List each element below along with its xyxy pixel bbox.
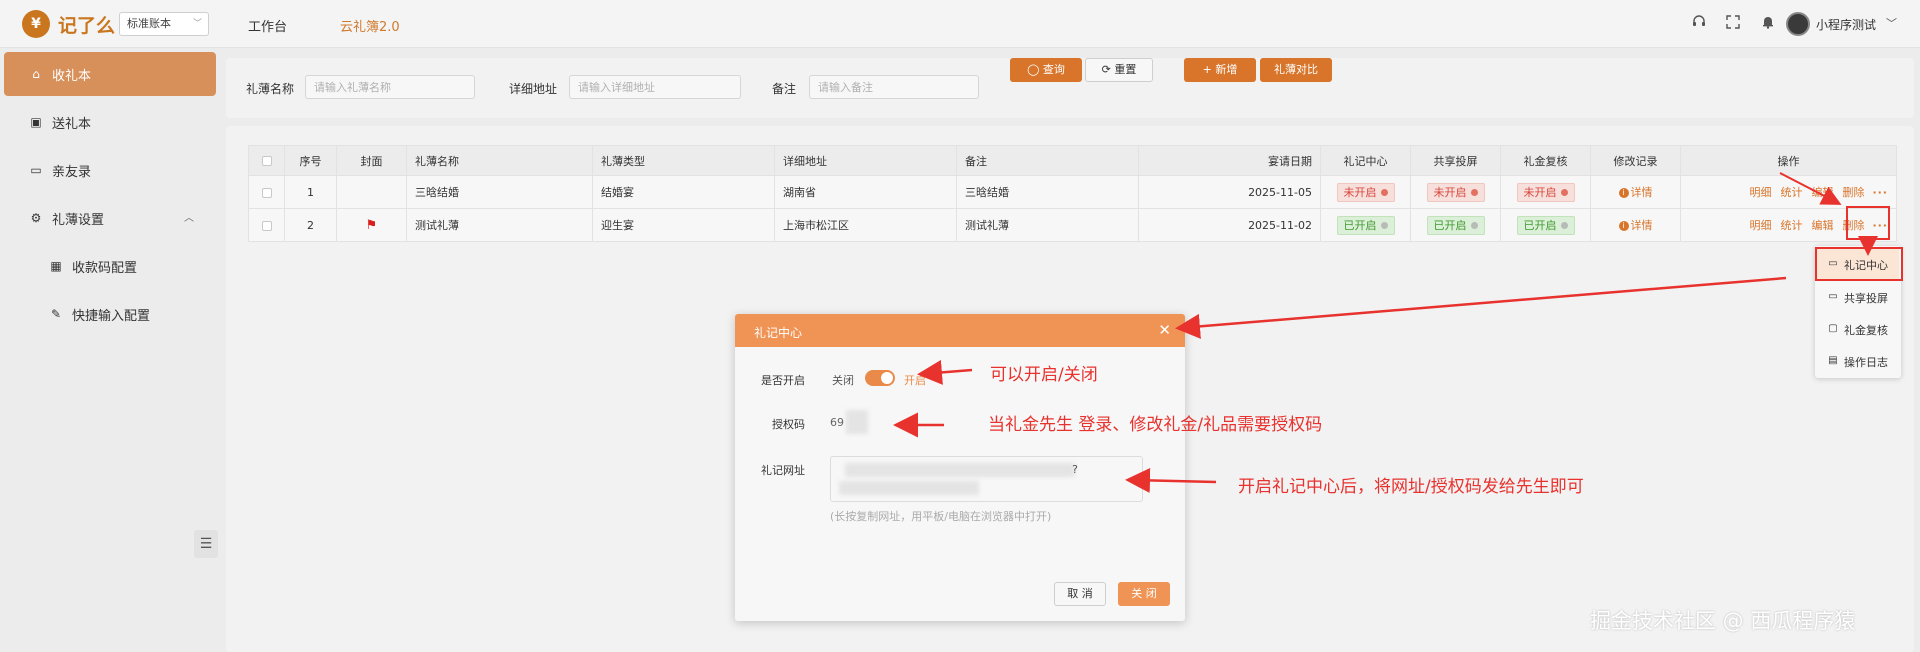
annotation-arrows — [893, 172, 1878, 493]
watermark: 掘金技术社区 @ 西瓜程序猿 — [1590, 609, 1856, 633]
